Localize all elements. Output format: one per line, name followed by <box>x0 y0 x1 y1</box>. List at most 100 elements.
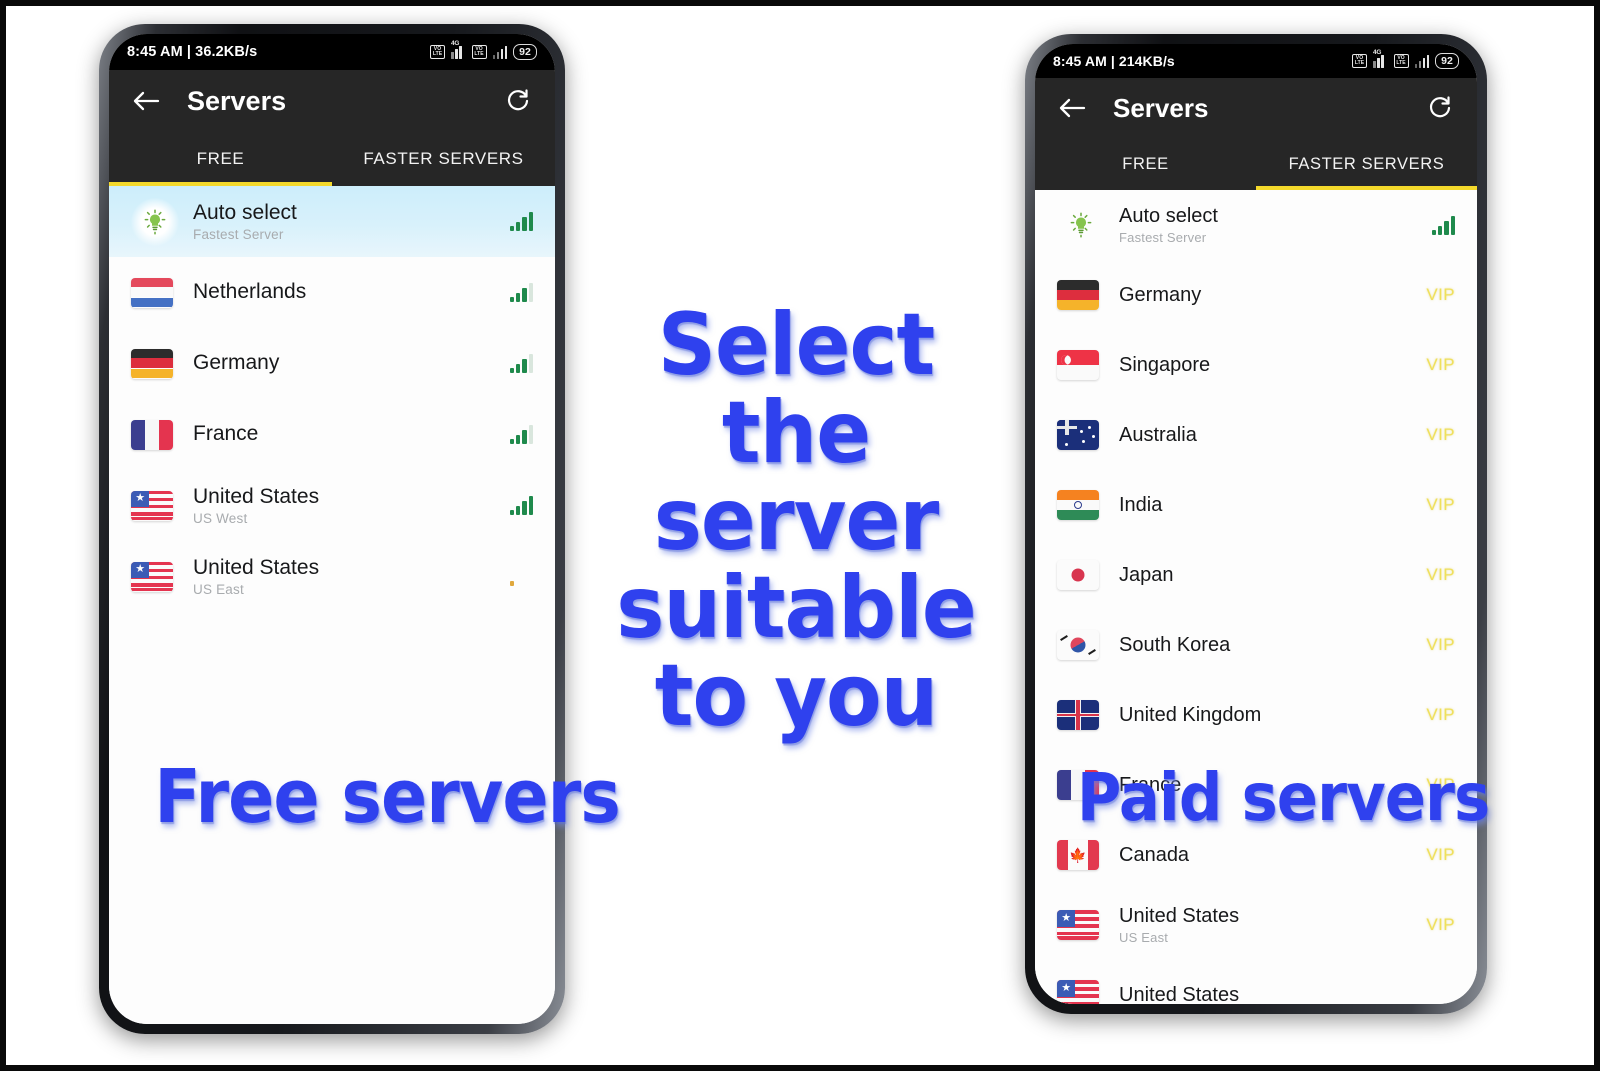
server-row[interactable]: Japan VIP <box>1035 540 1477 610</box>
server-status: VIP <box>1426 705 1455 725</box>
signal-strength-icon <box>509 567 533 586</box>
flag-icon-de <box>131 348 173 379</box>
server-name: United States <box>1119 983 1240 1005</box>
server-row[interactable]: Singapore VIP <box>1035 330 1477 400</box>
tab-free[interactable]: FREE <box>1035 138 1256 190</box>
tab-free[interactable]: FREE <box>109 132 332 186</box>
server-row[interactable]: Germany VIP <box>1035 260 1477 330</box>
server-name: Netherlands <box>193 280 307 304</box>
server-text: Australia <box>1119 424 1416 447</box>
server-row[interactable]: South Korea VIP <box>1035 610 1477 680</box>
server-status <box>509 283 533 302</box>
signal-strength-icon <box>509 425 533 444</box>
flag-icon-sg <box>1057 350 1099 380</box>
server-text: Auto select Fastest Server <box>1119 205 1422 245</box>
server-row[interactable]: ★ United States US East VIP <box>1035 890 1477 960</box>
flag-icon-us: ★ <box>131 561 173 592</box>
phone-left-screen: 8:45 AM | 36.2KB/s VO LTE 4G VO LTE 92 Ser… <box>109 34 555 1024</box>
page-title: Servers <box>187 85 287 116</box>
app-bar-right: Servers <box>1035 78 1477 138</box>
screenshot-canvas: 8:45 AM | 36.2KB/s VO LTE 4G VO LTE 92 Ser… <box>0 0 1600 1071</box>
server-row[interactable]: ★ United States US East <box>109 541 555 612</box>
server-subtitle: US West <box>193 511 248 527</box>
signal-icon-sim1: 4G <box>451 40 466 59</box>
server-subtitle: US East <box>1119 930 1169 945</box>
status-time-and-speed-right: 8:45 AM | 214KB/s <box>1053 53 1175 69</box>
volte-icon-2: VO LTE <box>471 45 487 59</box>
refresh-icon[interactable] <box>1423 91 1457 125</box>
battery-indicator: 92 <box>1435 53 1459 69</box>
network-type-label: 4G <box>1373 48 1382 56</box>
server-text: India <box>1119 494 1416 517</box>
caption-line-3: suitable <box>616 558 976 659</box>
server-row[interactable]: Auto select Fastest Server <box>1035 190 1477 260</box>
flag-icon-jp <box>1057 560 1099 590</box>
server-name: Auto select <box>193 200 297 224</box>
phone-left: 8:45 AM | 36.2KB/s VO LTE 4G VO LTE 92 Ser… <box>99 24 565 1034</box>
flag-icon-us: ★ <box>131 490 173 521</box>
server-name: United Kingdom <box>1119 703 1262 726</box>
server-status <box>509 354 533 373</box>
vip-badge: VIP <box>1426 495 1455 514</box>
back-arrow-icon[interactable] <box>1055 91 1089 125</box>
server-row[interactable]: ★ United States US West <box>109 470 555 541</box>
vip-badge: VIP <box>1426 285 1455 304</box>
server-name: Singapore <box>1119 353 1211 376</box>
status-time-and-speed: 8:45 AM | 36.2KB/s <box>127 44 258 60</box>
server-row[interactable]: Netherlands <box>109 257 555 328</box>
volte-icon: VO LTE <box>1352 54 1368 68</box>
server-name: United States <box>193 555 320 579</box>
server-row[interactable]: Australia VIP <box>1035 400 1477 470</box>
server-text: United States US West <box>193 485 500 526</box>
vip-badge: VIP <box>1426 565 1455 584</box>
server-name: Australia <box>1119 423 1197 446</box>
flag-icon-nl <box>131 277 173 308</box>
tab-bar-right: FREE FASTER SERVERS <box>1035 138 1477 190</box>
server-text: Auto select Fastest Server <box>193 201 500 242</box>
server-text: United States <box>1119 984 1445 1005</box>
tab-faster-servers[interactable]: FASTER SERVERS <box>332 132 555 186</box>
caption-line-2: server <box>653 470 940 571</box>
tab-faster-servers[interactable]: FASTER SERVERS <box>1256 138 1477 190</box>
signal-icon-sim2 <box>1414 54 1430 68</box>
server-row[interactable]: France <box>109 399 555 470</box>
server-row[interactable]: India VIP <box>1035 470 1477 540</box>
server-status <box>509 496 533 515</box>
server-row[interactable]: ★ United States <box>1035 960 1477 1004</box>
signal-strength-icon <box>1431 215 1455 235</box>
server-text: France <box>1119 774 1416 797</box>
server-row[interactable]: 🍁 Canada VIP <box>1035 820 1477 890</box>
server-name: Canada <box>1119 843 1190 866</box>
phone-right: 8:45 AM | 214KB/s VO LTE 4G VO LTE 92 Serv… <box>1025 34 1487 1014</box>
volte-icon-2: VO LTE <box>1393 54 1409 68</box>
server-status: VIP <box>1426 425 1455 445</box>
server-row[interactable]: United Kingdom VIP <box>1035 680 1477 750</box>
status-icons-right: VO LTE 4G VO LTE 92 <box>1352 49 1459 69</box>
battery-indicator: 92 <box>513 44 537 60</box>
server-text: Germany <box>1119 284 1416 307</box>
server-row[interactable]: France VIP <box>1035 750 1477 820</box>
flag-icon-fr <box>131 419 173 450</box>
server-status: VIP <box>1426 775 1455 795</box>
server-status <box>509 567 533 586</box>
server-subtitle: Fastest Server <box>193 227 284 243</box>
server-row[interactable]: Germany <box>109 328 555 399</box>
server-list-free[interactable]: Auto select Fastest Server Netherlands Germ… <box>109 186 555 1024</box>
flag-icon-kr <box>1057 630 1099 660</box>
server-row[interactable]: Auto select Fastest Server <box>109 186 555 257</box>
vip-badge: VIP <box>1426 915 1455 934</box>
server-text: United Kingdom <box>1119 704 1416 727</box>
vip-badge: VIP <box>1426 355 1455 374</box>
server-status <box>509 212 533 231</box>
server-name: Japan <box>1119 563 1174 586</box>
server-list-faster[interactable]: Auto select Fastest Server Germany VIP Singa… <box>1035 190 1477 1004</box>
back-arrow-icon[interactable] <box>129 84 163 118</box>
server-status: VIP <box>1426 565 1455 585</box>
vip-badge: VIP <box>1426 845 1455 864</box>
server-name: Germany <box>193 351 280 375</box>
tab-bar: FREE FASTER SERVERS <box>109 132 555 186</box>
refresh-icon[interactable] <box>501 84 535 118</box>
flag-icon-au <box>1057 420 1099 450</box>
caption-line-4: to you <box>654 645 938 746</box>
server-text: Germany <box>193 351 500 375</box>
